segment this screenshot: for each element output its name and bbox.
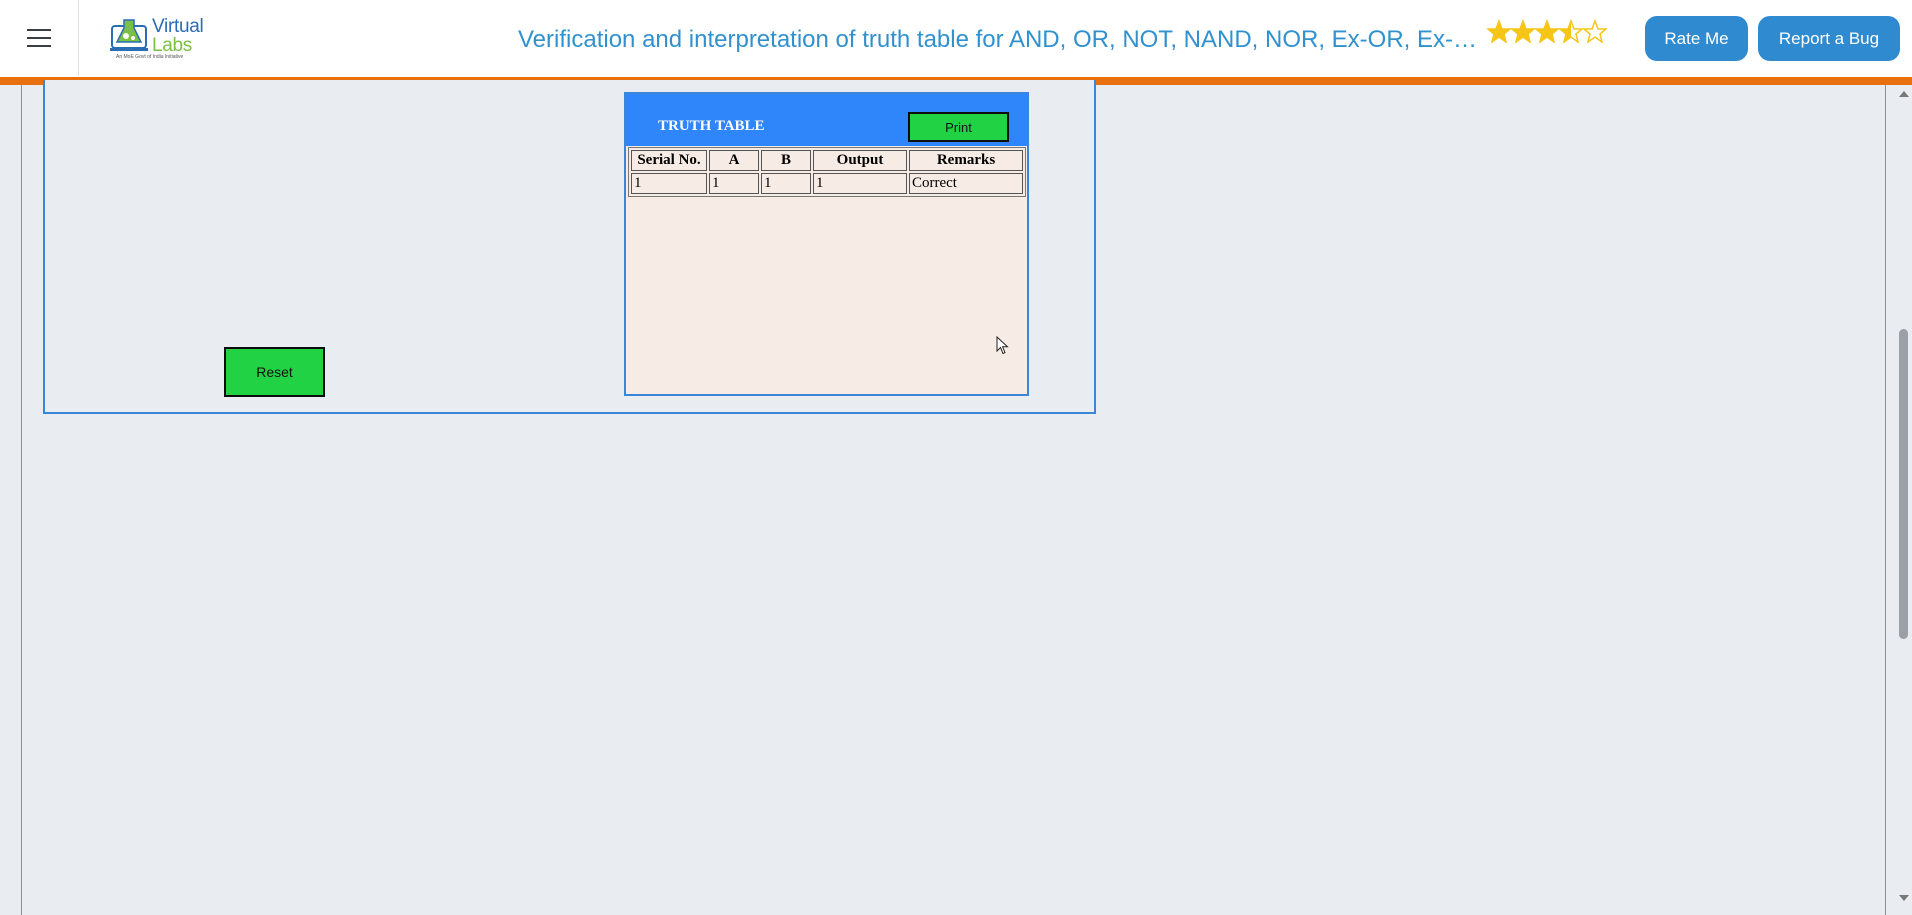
top-navbar: Virtual Labs An MoE Govt of India Initia… [0, 0, 1912, 77]
cell-remarks: Correct [909, 173, 1023, 194]
mouse-cursor-icon [996, 336, 1009, 355]
scroll-thumb[interactable] [1899, 329, 1908, 639]
table-header-row: Serial No. A B Output Remarks [631, 150, 1023, 171]
col-header-output: Output [813, 150, 907, 171]
cell-b: 1 [761, 173, 811, 194]
rate-me-button[interactable]: Rate Me [1645, 16, 1748, 61]
hamburger-menu-icon[interactable] [0, 0, 79, 76]
truth-table-header: TRUTH TABLE Print [626, 94, 1027, 146]
star-icon-2 [1509, 18, 1537, 44]
reset-button[interactable]: Reset [224, 347, 325, 397]
cell-a: 1 [709, 173, 759, 194]
page-title: Verification and interpretation of truth… [518, 26, 1478, 53]
report-bug-button[interactable]: Report a Bug [1758, 16, 1900, 61]
truth-table-title: TRUTH TABLE [658, 118, 765, 134]
star-icon-4-half [1557, 18, 1585, 44]
truth-table-panel: TRUTH TABLE Print Serial No. A B Output … [624, 92, 1029, 396]
logo-tagline: An MoE Govt of India Initiative [116, 54, 184, 60]
col-header-serial: Serial No. [631, 150, 707, 171]
star-icon-1 [1487, 18, 1513, 44]
star-icon-5-empty [1581, 18, 1607, 44]
scroll-up-arrow-icon[interactable] [1899, 91, 1909, 97]
star-icon-3 [1533, 18, 1561, 44]
logo-flask-icon [110, 19, 148, 51]
cell-output: 1 [813, 173, 907, 194]
cell-serial: 1 [631, 173, 707, 194]
truth-table: Serial No. A B Output Remarks 1 1 1 1 Co… [628, 147, 1026, 197]
rating-stars[interactable] [1487, 18, 1607, 50]
col-header-b: B [761, 150, 811, 171]
print-button[interactable]: Print [908, 112, 1009, 142]
scroll-down-arrow-icon[interactable] [1899, 895, 1909, 901]
col-header-remarks: Remarks [909, 150, 1023, 171]
virtual-labs-logo[interactable]: Virtual Labs An MoE Govt of India Initia… [108, 14, 204, 64]
col-header-a: A [709, 150, 759, 171]
table-row: 1 1 1 1 Correct [631, 173, 1023, 194]
vertical-scrollbar[interactable] [1895, 85, 1912, 910]
